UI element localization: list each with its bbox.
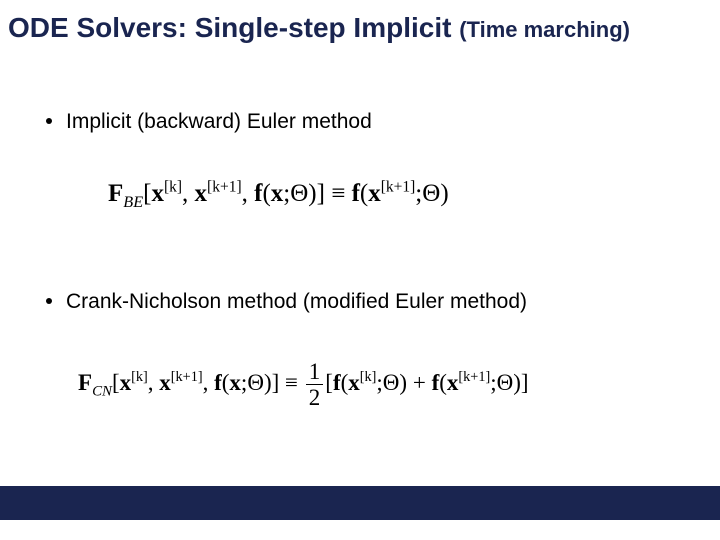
eq2-half-num: 1 <box>306 360 324 384</box>
eq2-f1: f <box>214 370 222 395</box>
eq2-f2: f <box>333 370 341 395</box>
slide-title: ODE Solvers: Single-step Implicit (Time … <box>8 12 712 44</box>
bullet-2: Crank-Nicholson method (modified Euler m… <box>46 290 527 314</box>
bullet-2-text: Crank-Nicholson method (modified Euler m… <box>66 290 527 313</box>
eq1-x2: x <box>195 180 208 207</box>
eq2-equiv: ≡ <box>279 370 303 395</box>
eq2-half: 12 <box>306 360 324 409</box>
bullet-1-text: Implicit (backward) Euler method <box>66 110 372 133</box>
eq1-c2: , <box>242 180 255 207</box>
eq2-th1: Θ <box>247 370 264 395</box>
eq2-lp3: ( <box>439 370 447 395</box>
bullet-dot-icon <box>46 298 52 304</box>
eq2-sup-k1p1: [k+1] <box>171 369 203 385</box>
eq1-x4: x <box>368 180 381 207</box>
bullet-dot-icon <box>46 118 52 124</box>
eq1-sub-BE: BE <box>123 193 143 211</box>
eq2-x1: x <box>120 370 132 395</box>
eq1-rp1: ) <box>308 180 316 207</box>
eq1-f2: f <box>352 180 360 207</box>
eq1-sup-k1: [k] <box>164 179 182 196</box>
equation-crank-nicholson: FCN[x[k], x[k+1], f(x;Θ)] ≡ 12[f(x[k];Θ)… <box>78 360 529 409</box>
eq2-x3: x <box>229 370 241 395</box>
eq1-lp2: ( <box>360 180 368 207</box>
eq2-c2: , <box>203 370 215 395</box>
equation-backward-euler: FBE[x[k], x[k+1], f(x;Θ)] ≡ f(x[k+1];Θ) <box>108 180 449 212</box>
title-main: ODE Solvers: Single-step Implicit <box>8 12 459 43</box>
eq2-plus: + <box>407 370 431 395</box>
eq1-equiv: ≡ <box>325 180 352 207</box>
eq2-half-den: 2 <box>306 384 324 409</box>
eq2-th2: Θ <box>383 370 400 395</box>
eq1-th1: Θ <box>290 180 308 207</box>
eq2-x4: x <box>348 370 360 395</box>
bullet-1: Implicit (backward) Euler method <box>46 110 372 134</box>
eq1-x1: x <box>151 180 164 207</box>
eq2-sup-k1: [k] <box>131 369 148 385</box>
eq2-rp2: ) <box>399 370 407 395</box>
eq2-c1: , <box>148 370 160 395</box>
eq1-th2: Θ <box>422 180 440 207</box>
eq2-rbr2: ] <box>521 370 529 395</box>
eq2-x2: x <box>159 370 171 395</box>
eq2-rp1: ) <box>264 370 272 395</box>
eq1-rbr: ] <box>317 180 325 207</box>
eq1-sup-k1p1: [k+1] <box>207 179 242 196</box>
eq1-c1: , <box>182 180 195 207</box>
eq1-sup-rhs: [k+1] <box>381 179 416 196</box>
eq1-rp2: ) <box>440 180 448 207</box>
eq2-sup-t2: [k+1] <box>458 369 490 385</box>
footer-bar <box>0 486 720 520</box>
eq1-lp1: ( <box>262 180 270 207</box>
eq2-lbr2: [ <box>325 370 333 395</box>
eq2-x5: x <box>447 370 459 395</box>
eq1-F: F <box>108 180 123 207</box>
eq2-sup-t1: [k] <box>360 369 377 385</box>
title-sub: (Time marching) <box>459 17 630 42</box>
eq1-x3: x <box>271 180 284 207</box>
eq2-sub-CN: CN <box>92 383 112 399</box>
eq2-F: F <box>78 370 92 395</box>
eq2-th3: Θ <box>497 370 514 395</box>
eq2-lbr: [ <box>112 370 120 395</box>
eq2-rp3: ) <box>513 370 521 395</box>
